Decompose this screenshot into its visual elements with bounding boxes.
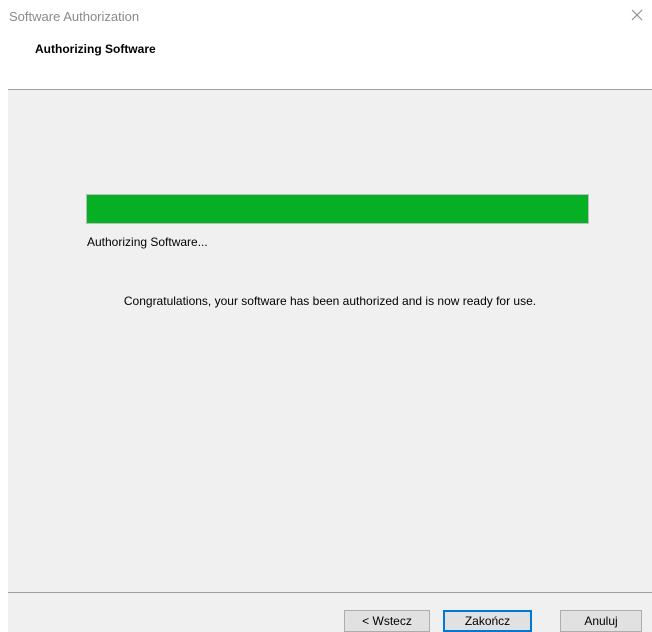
close-button[interactable] bbox=[622, 0, 652, 30]
close-icon bbox=[631, 9, 643, 21]
progress-fill bbox=[87, 195, 588, 223]
content-panel: Authorizing Software... Congratulations,… bbox=[8, 90, 652, 592]
window-title: Software Authorization bbox=[9, 9, 140, 24]
authorization-dialog: Software Authorization Authorizing Softw… bbox=[0, 0, 652, 632]
page-title: Authorizing Software bbox=[35, 42, 156, 56]
button-bar: < Wstecz Zakończ Anuluj bbox=[8, 593, 652, 632]
success-message: Congratulations, your software has been … bbox=[123, 294, 537, 308]
progress-bar bbox=[86, 194, 589, 224]
status-text: Authorizing Software... bbox=[87, 235, 208, 249]
wizard-header: Authorizing Software bbox=[0, 34, 652, 90]
title-bar[interactable]: Software Authorization bbox=[0, 0, 652, 34]
finish-button[interactable]: Zakończ bbox=[443, 610, 532, 632]
cancel-button[interactable]: Anuluj bbox=[560, 610, 642, 632]
back-button[interactable]: < Wstecz bbox=[344, 610, 430, 632]
